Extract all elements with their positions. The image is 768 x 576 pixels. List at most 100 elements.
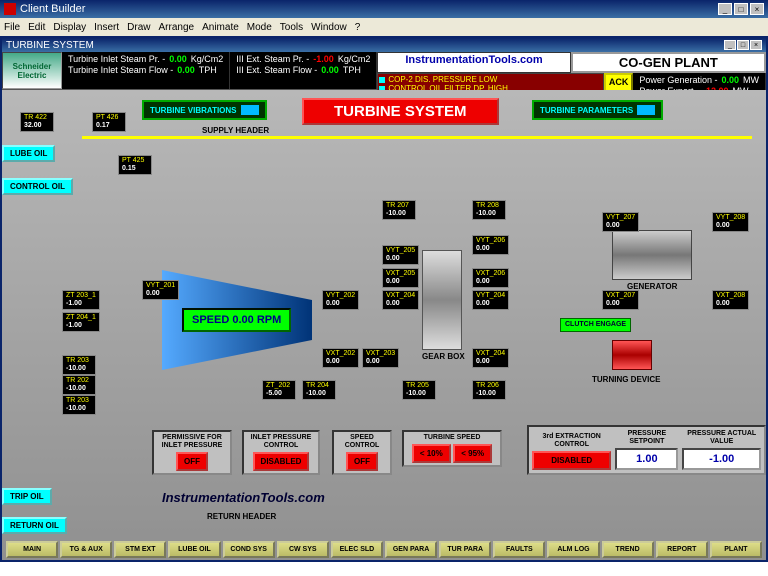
nav-elecsld[interactable]: ELEC SLD <box>331 541 383 558</box>
tag-tr205: TR 205-10.00 <box>402 380 436 400</box>
nav-stmext[interactable]: STM EXT <box>114 541 166 558</box>
menu-mode[interactable]: Mode <box>247 22 272 33</box>
menu-tools[interactable]: Tools <box>280 22 303 33</box>
tag-vxt2042: VXT_2040.00 <box>472 348 509 368</box>
generator-graphic <box>612 230 692 280</box>
scada-canvas: TURBINE SYSTEM TURBINE VIBRATIONS TURBIN… <box>2 90 766 560</box>
close-button[interactable]: × <box>750 3 764 15</box>
tag-zt2041: ZT 204_1-1.00 <box>62 312 100 332</box>
nav-genpara[interactable]: GEN PARA <box>385 541 437 558</box>
menu-arrange[interactable]: Arrange <box>159 22 195 33</box>
permissive-control[interactable]: PERMISSIVE FOR INLET PRESSUREOFF <box>152 430 232 475</box>
extraction-control-button[interactable]: DISABLED <box>532 451 611 470</box>
turbine-speed-indicator: TURBINE SPEED< 10% < 95% <box>402 430 502 467</box>
tag-vyt202: VYT_2020.00 <box>322 290 359 310</box>
tag-vyt208: VYT_2080.00 <box>712 212 749 232</box>
nav-almlog[interactable]: ALM LOG <box>547 541 599 558</box>
tag-pt425: PT 4250.15 <box>118 155 152 175</box>
sub-title: TURBINE SYSTEM <box>6 40 94 51</box>
speed-control[interactable]: SPEED CONTROLOFF <box>332 430 392 475</box>
maximize-button[interactable]: □ <box>734 3 748 15</box>
trip-oil-button[interactable]: TRIP OIL <box>2 488 52 505</box>
sub-window: TURBINE SYSTEM _ □ × Schneider Electric … <box>0 36 768 562</box>
menu-insert[interactable]: Insert <box>94 22 119 33</box>
gearbox-graphic <box>422 250 462 350</box>
window-titlebar: Client Builder _ □ × <box>0 0 768 18</box>
menu-edit[interactable]: Edit <box>28 22 45 33</box>
pressure-actual: -1.00 <box>682 448 761 470</box>
nav-turpara[interactable]: TUR PARA <box>439 541 491 558</box>
menu-bar: File Edit Display Insert Draw Arrange An… <box>0 18 768 36</box>
gearbox-label: GEAR BOX <box>422 352 465 361</box>
minimize-button[interactable]: _ <box>718 3 732 15</box>
tag-vxt208: VXT_2080.00 <box>712 290 749 310</box>
control-oil-button[interactable]: CONTROL OIL <box>2 178 73 195</box>
supply-header-line <box>82 136 752 139</box>
tag-vxt203: VXT_2030.00 <box>362 348 399 368</box>
sub-titlebar: TURBINE SYSTEM _ □ × <box>2 38 766 52</box>
clutch-status: CLUTCH ENGAGE <box>560 318 631 332</box>
tag-vxt205: VXT_2050.00 <box>382 268 419 288</box>
tag-tr207: TR 207-10.00 <box>382 200 416 220</box>
tag-vxt206: VXT_2060.00 <box>472 268 509 288</box>
nav-bar: MAIN TG & AUX STM EXT LUBE OIL COND SYS … <box>6 541 762 558</box>
nav-tgaux[interactable]: TG & AUX <box>60 541 112 558</box>
sub-maximize[interactable]: □ <box>737 40 749 50</box>
lube-oil-button[interactable]: LUBE OIL <box>2 145 55 162</box>
tag-vxt202: VXT_2020.00 <box>322 348 359 368</box>
menu-display[interactable]: Display <box>53 22 86 33</box>
inlet-pressure-control[interactable]: INLET PRESSURE CONTROLDISABLED <box>242 430 320 475</box>
tag-tr202: TR 202-10.00 <box>62 375 96 395</box>
pressure-setpoint[interactable]: 1.00 <box>615 448 678 470</box>
menu-file[interactable]: File <box>4 22 20 33</box>
sub-minimize[interactable]: _ <box>724 40 736 50</box>
tag-tr203: TR 203-10.00 <box>62 355 96 375</box>
brand-logo: Schneider Electric <box>2 52 62 89</box>
plant-name: CO-GEN PLANT <box>571 52 766 73</box>
menu-draw[interactable]: Draw <box>127 22 150 33</box>
nav-plant[interactable]: PLANT <box>710 541 762 558</box>
tag-pt426: PT 4260.17 <box>92 112 126 132</box>
return-header-label: RETURN HEADER <box>207 512 276 521</box>
turning-device-label: TURNING DEVICE <box>592 375 660 384</box>
parameter-icon <box>637 105 655 115</box>
tag-tr422: TR 42232.00 <box>20 112 54 132</box>
nav-cwsys[interactable]: CW SYS <box>277 541 329 558</box>
tag-vxt204: VXT_2040.00 <box>382 290 419 310</box>
nav-report[interactable]: REPORT <box>656 541 708 558</box>
tag-tr206: TR 206-10.00 <box>472 380 506 400</box>
turbine-vibrations-button[interactable]: TURBINE VIBRATIONS <box>142 100 267 120</box>
app-icon <box>4 3 16 15</box>
speed-display: SPEED 0.00 RPM <box>182 308 291 332</box>
return-oil-button[interactable]: RETURN OIL <box>2 517 67 534</box>
nav-lubeoil[interactable]: LUBE OIL <box>168 541 220 558</box>
tag-vyt201: VYT_2010.00 <box>142 280 179 300</box>
extraction-panel: 3rd EXTRACTION CONTROLDISABLED PRESSURE … <box>527 425 766 475</box>
tag-vyt204: VYT_2040.00 <box>472 290 509 310</box>
tag-zt202: ZT_202-5.00 <box>262 380 296 400</box>
turbine-parameters-button[interactable]: TURBINE PARAMETERS <box>532 100 663 120</box>
supply-header-label: SUPPLY HEADER <box>202 126 269 135</box>
motor-graphic <box>612 340 652 370</box>
tag-vyt206: VYT_2060.00 <box>472 235 509 255</box>
nav-condsys[interactable]: COND SYS <box>223 541 275 558</box>
tag-vyt207: VYT_2070.00 <box>602 212 639 232</box>
nav-trend[interactable]: TREND <box>602 541 654 558</box>
watermark: InstrumentationTools.com <box>162 490 325 505</box>
tag-zt2031: ZT 203_1-1.00 <box>62 290 100 310</box>
nav-faults[interactable]: FAULTS <box>493 541 545 558</box>
header-bar: Schneider Electric Turbine Inlet Steam P… <box>2 52 766 90</box>
menu-animate[interactable]: Animate <box>202 22 239 33</box>
tag-vxt207: VXT_2070.00 <box>602 290 639 310</box>
menu-window[interactable]: Window <box>311 22 347 33</box>
tag-tr2032: TR 203-10.00 <box>62 395 96 415</box>
sub-close[interactable]: × <box>750 40 762 50</box>
nav-main[interactable]: MAIN <box>6 541 58 558</box>
vibration-icon <box>241 105 259 115</box>
system-title: TURBINE SYSTEM <box>302 98 499 125</box>
app-title: Client Builder <box>20 3 85 15</box>
tag-tr204: TR 204-10.00 <box>302 380 336 400</box>
site-name: InstrumentationTools.com <box>377 52 570 73</box>
menu-help[interactable]: ? <box>355 22 361 33</box>
tag-vyt205: VYT_2050.00 <box>382 245 419 265</box>
